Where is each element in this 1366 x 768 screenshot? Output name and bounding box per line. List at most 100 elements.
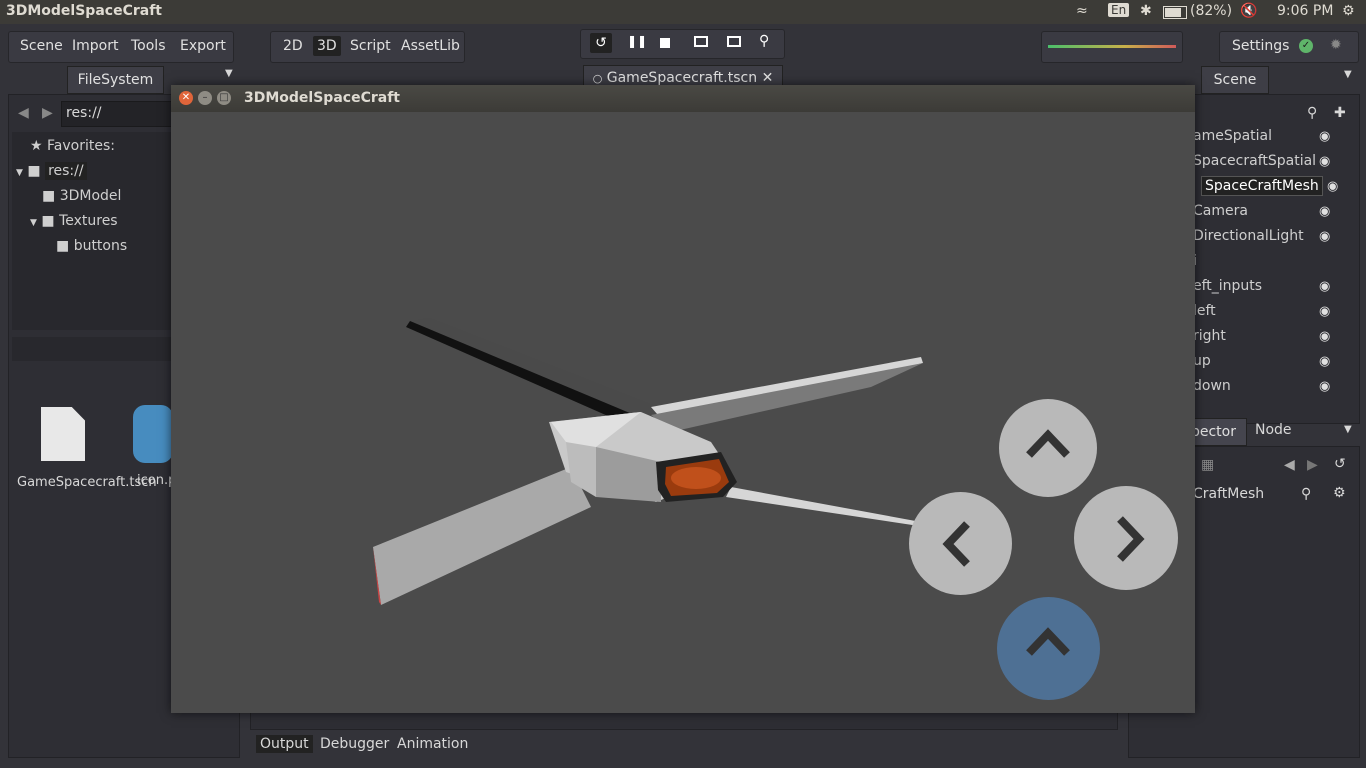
close-icon[interactable]: ✕ [762,70,774,86]
menu-export[interactable]: Export [180,38,226,54]
active-window-title: 3DModelSpaceCraft [6,3,162,19]
menu-import[interactable]: Import [72,38,118,54]
scene-node[interactable]: left ◉ [1193,299,1353,324]
game-window-title: 3DModelSpaceCraft [244,90,400,106]
visibility-eye-icon[interactable]: ◉ [1319,124,1330,149]
back-arrow-icon[interactable]: ◀ [18,105,29,121]
stop-icon[interactable] [660,38,670,48]
visibility-eye-icon[interactable]: ◉ [1319,149,1330,174]
back-arrow-icon[interactable]: ◀ [1284,457,1295,473]
tab-output[interactable]: Output [256,735,313,753]
tab-animation[interactable]: Animation [397,736,468,752]
dock-menu-icon[interactable]: ▼ [1344,424,1352,435]
play-custom-scene-icon[interactable] [694,36,708,47]
tab-scene-dock[interactable]: Scene [1201,66,1269,94]
scene-node[interactable]: SpaceCraftMesh ◉ [1201,174,1361,199]
folder-icon: ■ [41,213,55,229]
scene-node[interactable]: eft_inputs ◉ [1193,274,1353,299]
godot-logo-icon [133,405,173,463]
chevron-up-icon [1026,429,1070,458]
remote-debug-icon[interactable]: ⚲ [759,33,769,49]
workspace-3d[interactable]: 3D [313,36,341,56]
chevron-up-icon [1026,627,1070,656]
folder-icon: ■ [27,163,41,179]
game-window-titlebar[interactable]: ✕ – □ 3DModelSpaceCraft [171,85,1195,112]
workspace-assetlib[interactable]: AssetLib [401,38,460,54]
settings-menu[interactable]: Settings [1232,38,1289,54]
tree-item-root[interactable]: ▼ ■ res:// [16,159,87,184]
clock[interactable]: 9:06 PM [1277,3,1333,19]
gear-icon[interactable]: ⚙ [1342,3,1355,19]
performance-meter [1041,31,1183,63]
tree-item-textures[interactable]: ▼ ■ Textures [30,209,118,234]
forward-arrow-icon[interactable]: ▶ [42,105,53,121]
history-icon[interactable]: ↺ [1334,456,1346,472]
chevron-right-icon [1117,516,1145,562]
scene-node[interactable]: down ◉ [1193,374,1353,399]
up-button[interactable] [999,399,1097,497]
bottom-tabs: Output Debugger Animation [250,730,1116,760]
close-window-icon[interactable]: ✕ [179,91,193,105]
search-icon[interactable]: ⚲ [1301,486,1311,502]
visibility-eye-icon[interactable]: ◉ [1319,199,1330,224]
bluetooth-icon[interactable]: ✱ [1140,3,1152,19]
scene-node[interactable]: SpacecraftSpatial ◉ [1193,149,1353,174]
scene-node[interactable]: Camera ◉ [1193,199,1353,224]
folder-icon: ■ [42,188,56,204]
forward-arrow-icon[interactable]: ▶ [1307,457,1318,473]
update-ok-icon[interactable]: ✓ [1299,39,1313,53]
favorites-row[interactable]: ★ Favorites: [30,134,115,159]
keyboard-layout-indicator[interactable]: En [1108,3,1130,17]
scene-node[interactable]: ameSpatial ◉ [1193,124,1353,149]
visibility-eye-icon[interactable]: ◉ [1327,174,1338,199]
volume-muted-icon[interactable]: 🔇 [1240,3,1257,19]
dock-menu-icon[interactable]: ▼ [1344,69,1352,80]
workspace-switcher: 2D 3D Script AssetLib [270,31,465,63]
menu-scene[interactable]: Scene [20,38,63,54]
maximize-window-icon[interactable]: □ [217,91,231,105]
chevron-left-icon [942,521,970,567]
visibility-eye-icon[interactable]: ◉ [1319,274,1330,299]
visibility-eye-icon[interactable]: ◉ [1319,299,1330,324]
workspace-2d[interactable]: 2D [283,38,303,54]
settings-group: Settings ✓ ✹ [1219,31,1359,63]
wifi-icon[interactable]: ≈ [1076,3,1088,19]
scene-node[interactable]: DirectionalLight ◉ [1193,224,1353,249]
playback-controls: ↺ ❚❚ ⚲ [580,29,785,59]
add-node-icon[interactable]: ✚ [1334,105,1346,121]
tree-item-buttons[interactable]: ■ buttons [56,234,127,259]
search-icon[interactable]: ⚲ [1307,105,1317,121]
battery-icon[interactable] [1163,6,1187,19]
workspace-script[interactable]: Script [350,38,391,54]
folder-icon: ■ [56,238,70,254]
menu-tools[interactable]: Tools [131,38,166,54]
play-scene-icon[interactable]: ↺ [590,33,612,53]
tree-item-3dmodel[interactable]: ■ 3DModel [42,184,121,209]
thrust-button[interactable] [997,597,1100,700]
battery-percent: (82%) [1190,3,1233,19]
scene-node[interactable]: i [1193,249,1353,274]
gear-icon[interactable]: ⚙ [1333,485,1346,501]
tab-node[interactable]: Node [1255,422,1292,438]
scene-node[interactable]: up ◉ [1193,349,1353,374]
document-icon [41,407,85,461]
star-icon: ★ [30,138,43,154]
left-button[interactable] [909,492,1012,595]
pause-icon[interactable]: ❚❚ [627,34,647,48]
dock-menu-icon[interactable]: ▼ [225,68,233,79]
spinner-icon: ✹ [1330,37,1342,53]
game-window: ✕ – □ 3DModelSpaceCraft [171,85,1195,713]
play-current-scene-icon[interactable] [727,36,741,47]
system-top-panel: 3DModelSpaceCraft ≈ En ✱ (82%) 🔇 9:06 PM… [0,0,1366,24]
visibility-eye-icon[interactable]: ◉ [1319,224,1330,249]
file-item-scene[interactable]: GameSpacecraft.tscn [17,403,157,513]
tab-filesystem[interactable]: FileSystem [67,66,164,94]
tab-debugger[interactable]: Debugger [320,736,389,752]
scene-node[interactable]: right ◉ [1193,324,1353,349]
minimize-window-icon[interactable]: – [198,91,212,105]
visibility-eye-icon[interactable]: ◉ [1319,374,1330,399]
save-icon[interactable]: ▦ [1201,457,1214,473]
visibility-eye-icon[interactable]: ◉ [1319,324,1330,349]
right-button[interactable] [1074,486,1178,590]
visibility-eye-icon[interactable]: ◉ [1319,349,1330,374]
